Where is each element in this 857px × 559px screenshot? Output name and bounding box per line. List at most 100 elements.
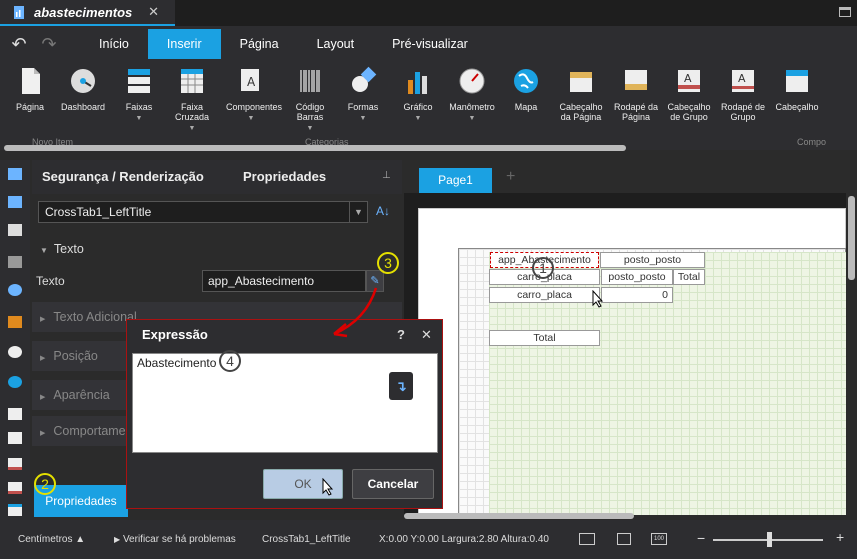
chevron-down-icon: ▼ bbox=[188, 125, 196, 132]
crossband-icon bbox=[181, 69, 203, 93]
document-tab[interactable]: abastecimentos ✕ bbox=[0, 0, 175, 26]
group-footer-icon: A bbox=[732, 70, 754, 92]
ribbon-faixa-cruzada-button[interactable]: Faixa Cruzada ▼ bbox=[167, 66, 217, 134]
crosstab-value-cell[interactable]: 0 bbox=[601, 287, 673, 303]
mouse-cursor-icon bbox=[322, 478, 334, 496]
annotation-badge-1: 1 bbox=[532, 257, 554, 279]
toolbox-bands-icon[interactable] bbox=[8, 168, 22, 180]
status-bar: Centímetros ▲ ▶ Verificar se há problema… bbox=[0, 520, 857, 559]
header-icon bbox=[786, 70, 808, 92]
properties-tabs: Segurança / Renderização Propriedades ⊥ bbox=[32, 160, 402, 194]
units-selector[interactable]: Centímetros ▲ bbox=[18, 534, 85, 545]
chart-icon bbox=[408, 72, 427, 94]
add-page-icon[interactable]: + bbox=[506, 168, 520, 186]
menu-pre-visualizar[interactable]: Pré-visualizar bbox=[373, 29, 487, 59]
menu-inicio[interactable]: Início bbox=[80, 29, 148, 59]
svg-text:A: A bbox=[247, 75, 256, 89]
undo-icon[interactable]: ↶ bbox=[4, 34, 34, 55]
app-window: abastecimentos ✕ ↶ ↷ Início Inserir Pági… bbox=[0, 0, 857, 559]
ribbon-cabecalho-grupo-button[interactable]: A Cabeçalho de Grupo bbox=[664, 66, 714, 122]
section-texto[interactable]: ▼ Texto bbox=[32, 234, 402, 264]
ribbon-manometro-button[interactable]: Manômetro ▼ bbox=[447, 66, 497, 124]
check-issues-button[interactable]: ▶ Verificar se há problemas bbox=[114, 534, 236, 545]
toolbox-barcode-icon[interactable] bbox=[8, 256, 22, 268]
annotation-badge-3: 3 bbox=[377, 252, 399, 274]
sort-az-icon[interactable]: A↓ bbox=[376, 204, 390, 218]
toolbox-components-icon[interactable] bbox=[8, 224, 22, 236]
window-restore-icon[interactable] bbox=[839, 7, 851, 17]
ribbon-grafico-button[interactable]: Gráfico ▼ bbox=[393, 66, 443, 124]
chevron-up-icon: ▲ bbox=[75, 534, 86, 545]
crosstab-column-total-cell[interactable]: Total bbox=[673, 269, 705, 285]
menu-inserir[interactable]: Inserir bbox=[147, 29, 221, 59]
toolbox-list-icon[interactable] bbox=[8, 432, 22, 444]
chevron-down-icon: ▼ bbox=[306, 125, 314, 132]
page-tab[interactable]: Page1 bbox=[419, 168, 492, 193]
menu-bar: ↶ ↷ Início Inserir Página Layout Pré-vis… bbox=[0, 26, 857, 62]
crosstab-column-header-cell[interactable]: posto_posto bbox=[600, 252, 705, 268]
zoom-slider-thumb[interactable] bbox=[767, 532, 772, 547]
ribbon-dashboard-button[interactable]: Dashboard bbox=[58, 66, 108, 112]
ribbon-cabecalho-pagina-button[interactable]: Cabeçalho da Página bbox=[556, 66, 606, 122]
fit-width-icon[interactable] bbox=[579, 533, 595, 545]
vertical-scrollbar[interactable] bbox=[848, 196, 855, 280]
redo-icon[interactable]: ↷ bbox=[34, 34, 64, 55]
ribbon-formas-button[interactable]: Formas ▼ bbox=[338, 66, 388, 124]
crosstab-row-cell[interactable]: carro_placa bbox=[489, 287, 600, 303]
expression-editor[interactable]: Abastecimento ↴ bbox=[132, 353, 438, 453]
ribbon-scrollbar[interactable] bbox=[4, 145, 626, 151]
ribbon-cabecalho-button[interactable]: Cabeçalho bbox=[772, 66, 822, 112]
document-title: abastecimentos bbox=[34, 4, 133, 20]
toolbox-gauge-icon[interactable] bbox=[8, 346, 22, 358]
zoom-in-button[interactable]: + bbox=[836, 529, 844, 545]
ribbon-codigo-barras-button[interactable]: Código Barras ▼ bbox=[285, 66, 335, 134]
play-icon: ▶ bbox=[114, 535, 121, 544]
help-icon[interactable]: ? bbox=[397, 320, 405, 350]
toolbox-group-footer-icon[interactable] bbox=[8, 482, 22, 494]
ribbon-mapa-button[interactable]: Mapa bbox=[501, 66, 551, 112]
component-selector[interactable]: CrossTab1_LeftTitle ▼ bbox=[38, 201, 368, 223]
chevron-right-icon: ▶ bbox=[40, 316, 46, 323]
tab-propriedades[interactable]: Propriedades bbox=[243, 160, 326, 194]
report-file-icon bbox=[14, 5, 24, 19]
chevron-right-icon: ▶ bbox=[40, 430, 46, 437]
toolbox-chart-icon[interactable] bbox=[8, 316, 22, 328]
status-coordinates: X:0.00 Y:0.00 Largura:2.80 Altura:0.40 bbox=[379, 534, 549, 545]
bands-icon bbox=[128, 69, 150, 93]
menu-layout[interactable]: Layout bbox=[298, 29, 374, 59]
toolbox-crossband-icon[interactable] bbox=[8, 196, 22, 208]
crosstab-column-cell[interactable]: posto_posto bbox=[601, 269, 673, 285]
components-icon: A bbox=[241, 69, 259, 91]
ribbon-faixas-button[interactable]: Faixas ▼ bbox=[114, 66, 164, 124]
chevron-down-icon: ▼ bbox=[468, 115, 476, 122]
chevron-right-icon: ▶ bbox=[40, 394, 46, 401]
fit-height-icon[interactable] bbox=[617, 533, 631, 545]
toolbox-group-header-icon[interactable] bbox=[8, 458, 22, 470]
tab-seguranca-renderizacao[interactable]: Segurança / Renderização bbox=[42, 160, 204, 194]
ribbon-pagina-button[interactable]: Página bbox=[5, 66, 55, 112]
gauge-icon bbox=[459, 68, 485, 94]
horizontal-scrollbar[interactable] bbox=[404, 513, 634, 519]
toolbox-text-icon[interactable] bbox=[8, 408, 22, 420]
close-tab-icon[interactable]: ✕ bbox=[148, 4, 159, 20]
cancel-button[interactable]: Cancelar bbox=[352, 469, 434, 499]
crosstab-row-total-cell[interactable]: Total bbox=[489, 330, 600, 346]
toolbox-shapes-icon[interactable] bbox=[8, 284, 22, 296]
zoom-out-button[interactable]: − bbox=[697, 530, 705, 546]
zoom-100-icon[interactable]: 100 bbox=[651, 533, 667, 545]
mouse-cursor-icon bbox=[592, 290, 604, 308]
arrow-down-right-icon: ↴ bbox=[395, 378, 407, 394]
expression-text: Abastecimento bbox=[137, 356, 217, 370]
toolbox-map-icon[interactable] bbox=[8, 376, 22, 388]
chevron-right-icon: ▶ bbox=[40, 355, 46, 362]
pin-icon[interactable]: ⊥ bbox=[382, 170, 391, 181]
dialog-title: Expressão ? ✕ bbox=[127, 320, 442, 350]
close-icon[interactable]: ✕ bbox=[421, 320, 432, 350]
menu-pagina[interactable]: Página bbox=[221, 29, 298, 59]
ribbon-rodape-grupo-button[interactable]: A Rodapé de Grupo bbox=[718, 66, 768, 122]
chevron-down-icon[interactable]: ▼ bbox=[349, 202, 367, 222]
ribbon-componentes-button[interactable]: A Componentes ▼ bbox=[226, 66, 282, 124]
ribbon-rodape-pagina-button[interactable]: Rodapé da Página bbox=[611, 66, 661, 122]
insert-expression-button[interactable]: ↴ bbox=[389, 372, 413, 400]
toolbox-header-icon[interactable] bbox=[8, 504, 22, 516]
